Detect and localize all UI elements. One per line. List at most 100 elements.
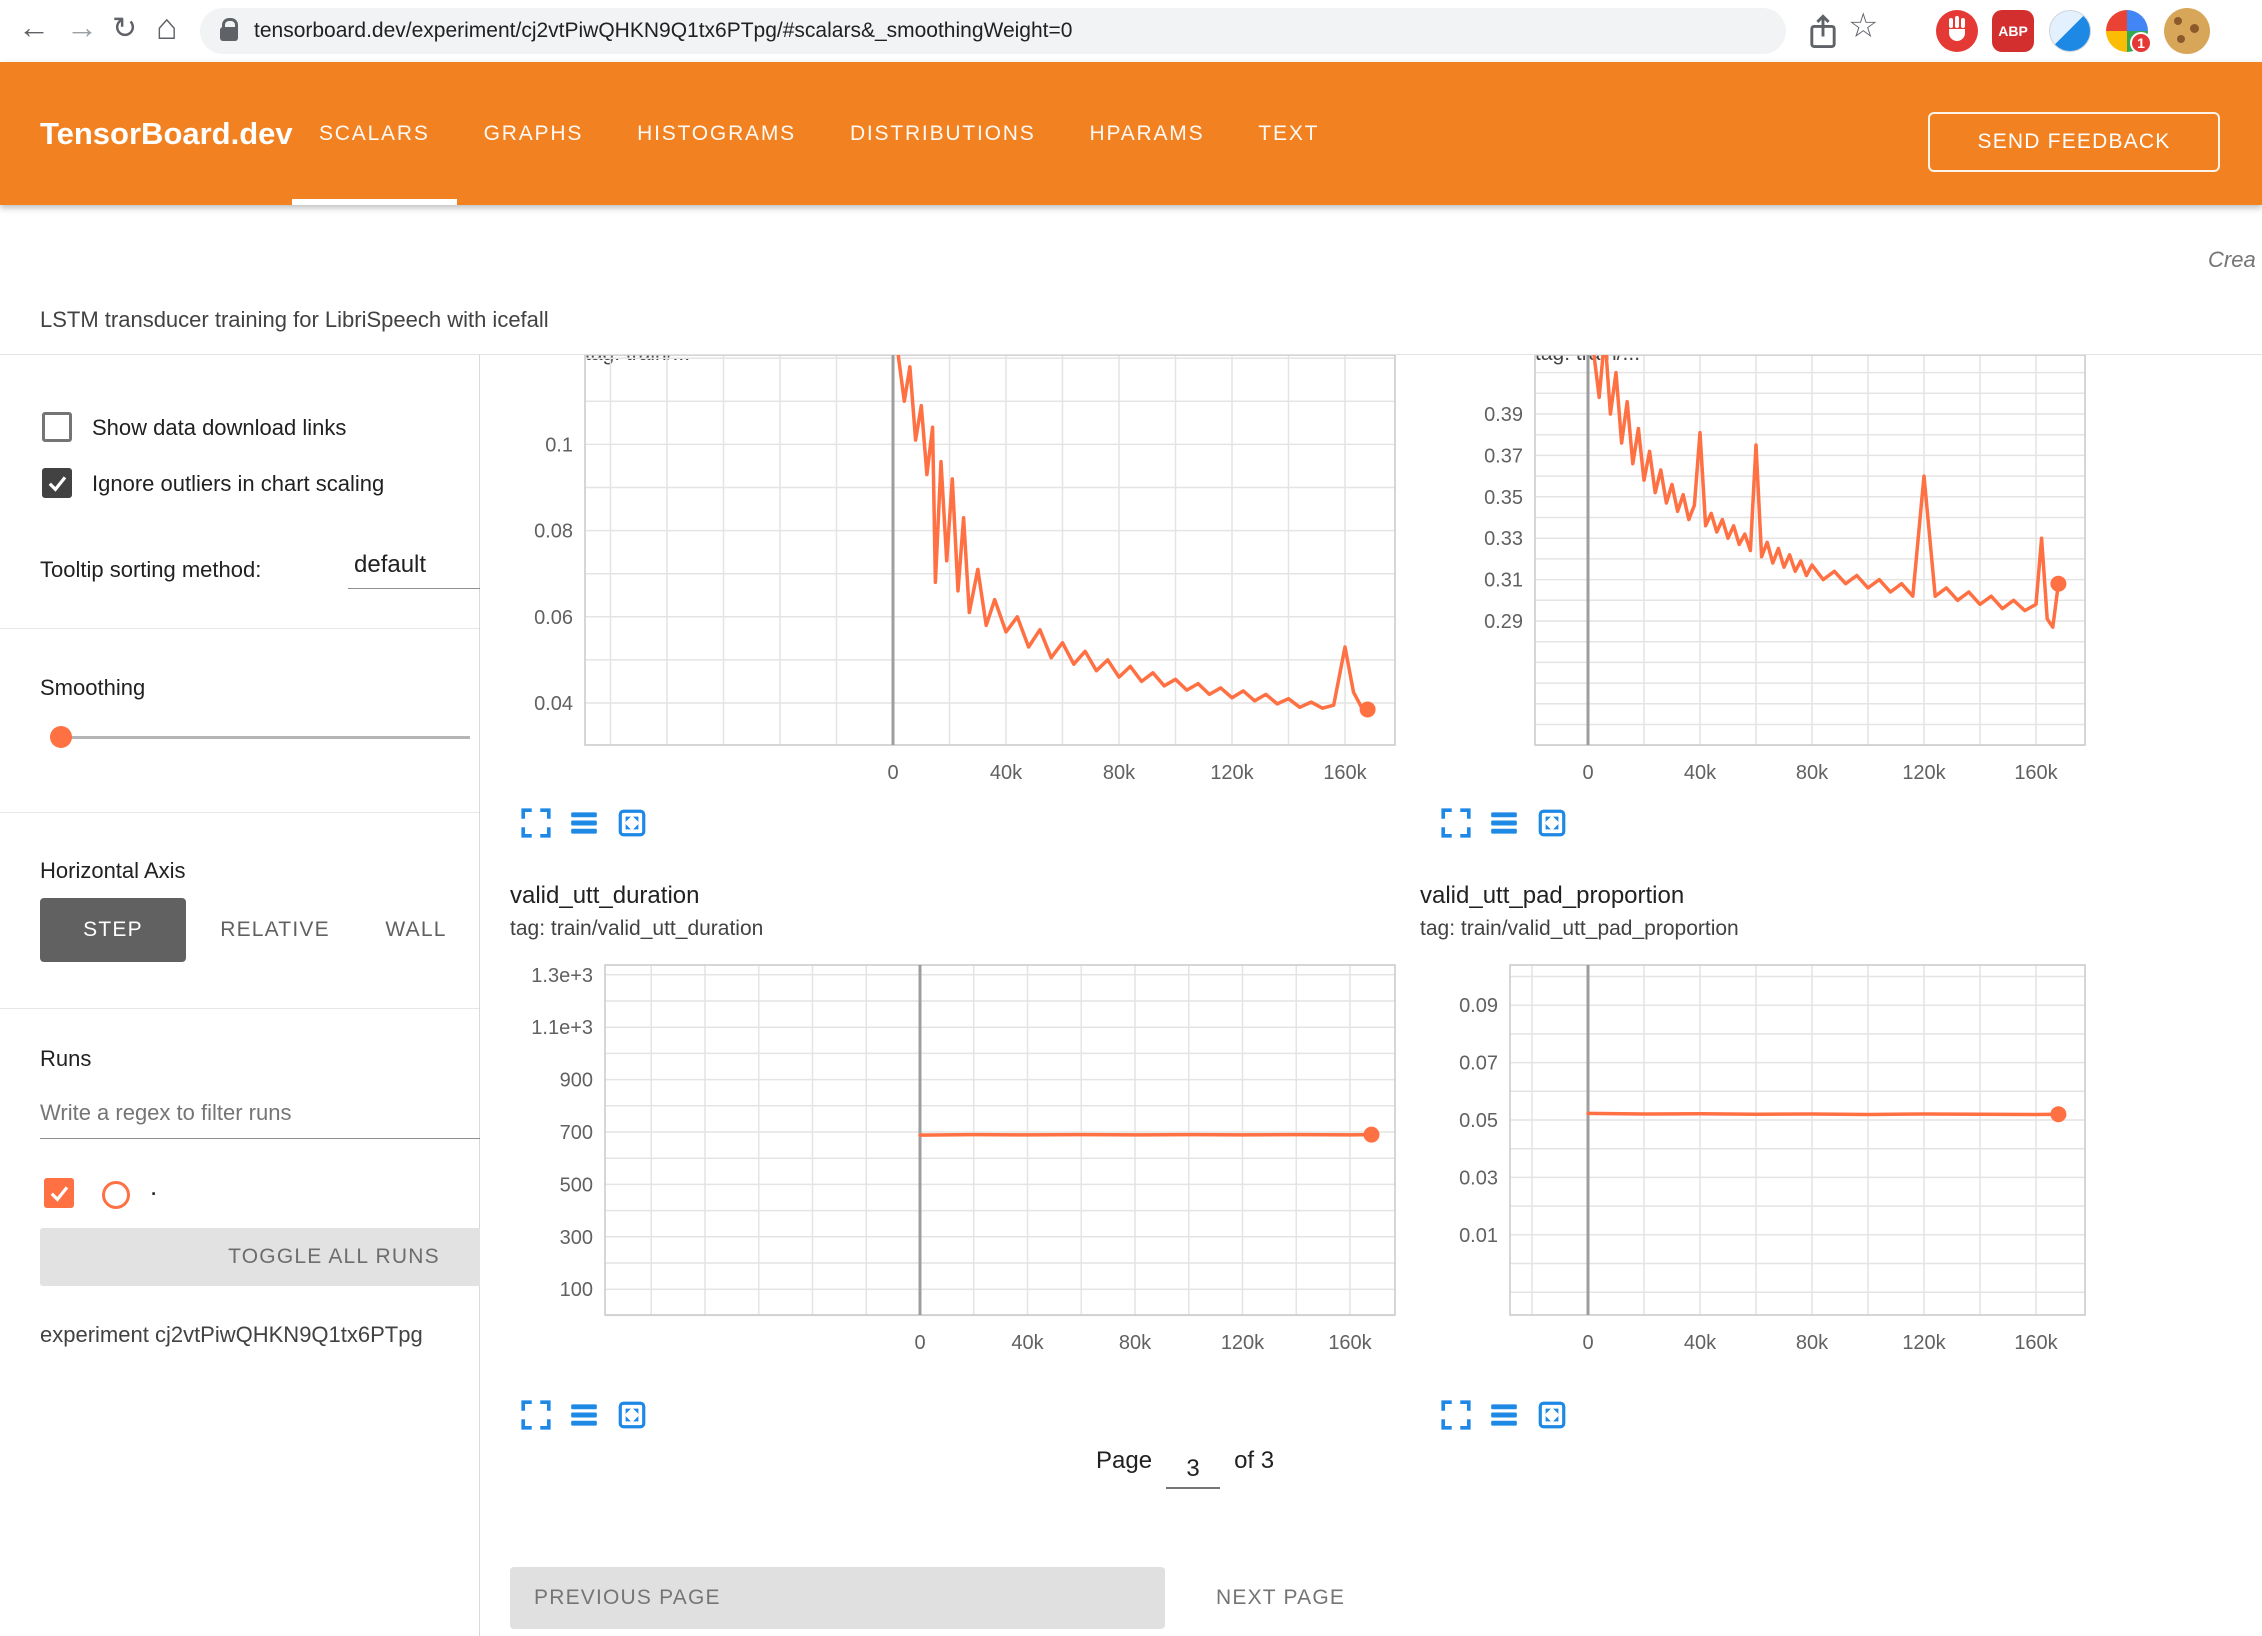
lock-icon [220, 27, 238, 41]
fit-domain-button[interactable] [614, 1397, 650, 1433]
fit-domain-icon [1536, 807, 1568, 839]
fullscreen-icon [520, 807, 552, 839]
tab-graphs[interactable]: GRAPHS [457, 62, 611, 205]
divider [0, 812, 479, 813]
fit-domain-icon [616, 1399, 648, 1431]
chart-toolbar [518, 805, 650, 841]
svg-text:0.35: 0.35 [1484, 487, 1523, 509]
settings-sidebar: Show data download links Ignore outliers… [0, 355, 480, 1636]
browser-extension-icon[interactable] [2049, 10, 2091, 52]
svg-text:0.06: 0.06 [534, 607, 573, 629]
svg-text:120k: 120k [1902, 762, 1946, 784]
chart-tag: tag: train/valid_utt_pad_proportion [1420, 917, 1739, 941]
expand-chart-button[interactable] [1438, 1397, 1474, 1433]
pagination: Page 3 of 3 [1096, 1447, 1274, 1481]
chart-runs-button[interactable] [566, 805, 602, 841]
next-page-button[interactable]: NEXT PAGE [1192, 1567, 1369, 1629]
svg-text:900: 900 [560, 1070, 593, 1092]
fit-domain-button[interactable] [1534, 805, 1570, 841]
svg-text:160k: 160k [2014, 762, 2058, 784]
chart-runs-button[interactable] [1486, 805, 1522, 841]
page-number-input[interactable]: 3 [1166, 1455, 1220, 1489]
smoothing-slider-thumb[interactable] [50, 726, 72, 748]
svg-text:0.03: 0.03 [1459, 1167, 1498, 1189]
ignore-outliers-label: Ignore outliers in chart scaling [92, 471, 384, 497]
notification-badge: 1 [2130, 32, 2152, 54]
svg-text:120k: 120k [1210, 762, 1254, 784]
svg-text:0.39: 0.39 [1484, 404, 1523, 426]
tooltip-sorting-label: Tooltip sorting method: [40, 557, 261, 583]
runs-heading: Runs [40, 1046, 91, 1072]
experiment-name: experiment cj2vtPiwQHKN9Q1tx6PTpg [40, 1322, 423, 1348]
svg-text:300: 300 [560, 1227, 593, 1249]
smoothing-label: Smoothing [40, 675, 145, 701]
chart-runs-button[interactable] [1486, 1397, 1522, 1433]
previous-page-button[interactable]: PREVIOUS PAGE [510, 1567, 1165, 1629]
smoothing-slider-track[interactable] [58, 736, 470, 739]
svg-text:80k: 80k [1119, 1332, 1152, 1354]
svg-text:0.33: 0.33 [1484, 528, 1523, 550]
address-bar[interactable]: tensorboard.dev/experiment/cj2vtPiwQHKN9… [200, 8, 1786, 54]
page-label: Page [1096, 1447, 1152, 1475]
svg-text:40k: 40k [990, 762, 1023, 784]
app-logo[interactable]: TensorBoard.dev [40, 62, 293, 205]
divider [0, 628, 479, 629]
svg-text:160k: 160k [2014, 1332, 2058, 1354]
tab-text[interactable]: TEXT [1231, 62, 1346, 205]
chart-toolbar [518, 1397, 650, 1433]
tab-histograms[interactable]: HISTOGRAMS [610, 62, 823, 205]
adblock-extension-icon[interactable] [1936, 10, 1978, 52]
scalar-chart-valid-utt-duration[interactable]: 1003005007009001.1e+31.3e+3040k80k120k16… [500, 945, 1400, 1407]
tab-hparams[interactable]: HPARAMS [1063, 62, 1232, 205]
chart-title: valid_utt_duration [510, 882, 699, 910]
expand-chart-button[interactable] [518, 1397, 554, 1433]
svg-text:700: 700 [560, 1122, 593, 1144]
show-download-links-checkbox[interactable] [42, 412, 72, 442]
scalar-chart-train-2[interactable]: 0.290.310.330.350.370.39040k80k120k160k [1420, 355, 2200, 807]
runs-list-icon [568, 807, 600, 839]
share-icon[interactable] [1806, 13, 1840, 51]
expand-chart-button[interactable] [1438, 805, 1474, 841]
run-checkbox[interactable] [44, 1178, 74, 1208]
subheader: Crea LSTM transducer training for LibriS… [0, 205, 2262, 355]
page-of-label: of 3 [1234, 1447, 1274, 1475]
scalar-chart-train-1[interactable]: 0.040.060.080.1040k80k120k160k [500, 355, 1400, 807]
back-icon[interactable]: ← [18, 9, 50, 46]
divider [0, 1008, 479, 1009]
cookie-icon[interactable] [2164, 8, 2210, 54]
hand-finger [1949, 18, 1953, 28]
fit-domain-icon [1536, 1399, 1568, 1431]
fullscreen-icon [1440, 1399, 1472, 1431]
reload-icon[interactable]: ↻ [112, 11, 137, 46]
url-text[interactable]: tensorboard.dev/experiment/cj2vtPiwQHKN9… [254, 19, 1072, 43]
svg-text:0.29: 0.29 [1484, 611, 1523, 633]
svg-text:0.05: 0.05 [1459, 1110, 1498, 1132]
axis-relative-button[interactable]: RELATIVE [200, 898, 350, 962]
fit-domain-button[interactable] [614, 805, 650, 841]
chart-runs-button[interactable] [566, 1397, 602, 1433]
expand-chart-button[interactable] [518, 805, 554, 841]
fit-domain-button[interactable] [1534, 1397, 1570, 1433]
app-header: TensorBoard.dev SCALARS GRAPHS HISTOGRAM… [0, 62, 2262, 205]
home-icon[interactable]: ⌂ [156, 6, 178, 48]
tab-scalars[interactable]: SCALARS [292, 62, 457, 205]
forward-icon[interactable]: → [66, 9, 98, 46]
svg-text:40k: 40k [1684, 762, 1717, 784]
send-feedback-button[interactable]: SEND FEEDBACK [1928, 112, 2220, 172]
scalar-chart-valid-utt-pad-proportion[interactable]: 0.010.030.050.070.09040k80k120k160k [1420, 945, 2200, 1407]
bookmark-star-icon[interactable]: ☆ [1848, 6, 1878, 46]
abp-extension-icon[interactable]: ABP [1992, 10, 2034, 52]
chart-toolbar [1438, 1397, 1570, 1433]
tab-distributions[interactable]: DISTRIBUTIONS [823, 62, 1063, 205]
svg-text:0: 0 [1582, 1332, 1593, 1354]
svg-text:160k: 160k [1323, 762, 1367, 784]
experiment-description: LSTM transducer training for LibriSpeech… [40, 307, 549, 333]
svg-text:40k: 40k [1684, 1332, 1717, 1354]
runs-list-icon [568, 1399, 600, 1431]
axis-step-button[interactable]: STEP [40, 898, 186, 962]
axis-wall-button[interactable]: WALL [362, 898, 470, 962]
runs-list-icon [1488, 807, 1520, 839]
ignore-outliers-checkbox[interactable] [42, 468, 72, 498]
svg-text:0.01: 0.01 [1459, 1225, 1498, 1247]
fit-domain-icon [616, 807, 648, 839]
